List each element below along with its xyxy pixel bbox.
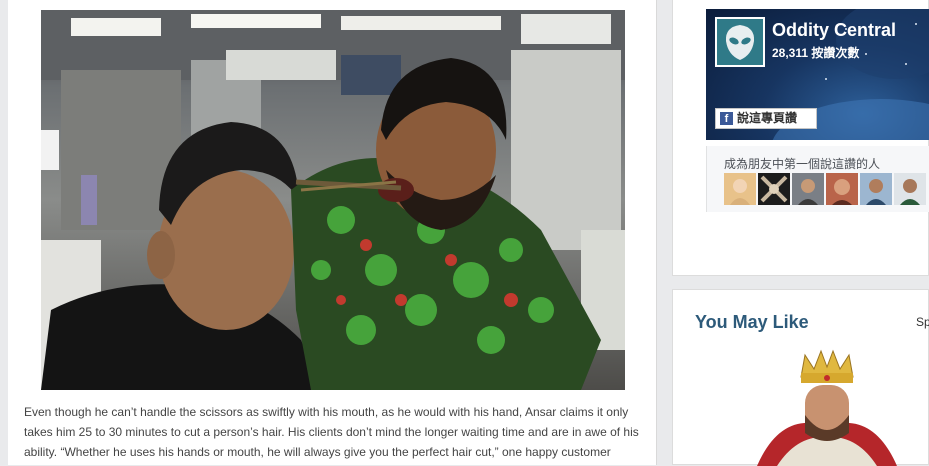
friends-prompt: 成為朋友中第一個說這讚的人 — [724, 157, 881, 171]
article-photo — [41, 10, 625, 390]
friends-section: 成為朋友中第一個說這讚的人 — [706, 146, 929, 212]
friend-avatar[interactable] — [826, 173, 858, 205]
article-column: Even though he can’t handle the scissors… — [8, 0, 657, 465]
friend-avatar[interactable] — [792, 173, 824, 205]
like-count: 28,311 按讚次數 — [772, 46, 860, 60]
facebook-like-box: Oddity Central 28,311 按讚次數 f 說這專頁讚 成為朋友中第… — [672, 0, 929, 276]
friend-avatar[interactable] — [860, 173, 892, 205]
sponsored-label[interactable]: Sp — [916, 315, 929, 329]
friend-avatar[interactable] — [894, 173, 926, 205]
friend-avatar[interactable] — [758, 173, 790, 205]
page-name-link[interactable]: Oddity Central — [772, 20, 896, 41]
facebook-cover: Oddity Central 28,311 按讚次數 f 說這專頁讚 — [706, 9, 929, 140]
you-may-like-heading: You May Like — [695, 312, 809, 332]
recommendations-box: You May Like Sp — [672, 289, 929, 466]
friend-avatar[interactable] — [724, 173, 756, 205]
like-page-button[interactable]: f 說這專頁讚 — [715, 108, 817, 129]
facebook-icon: f — [720, 112, 733, 125]
oddity-central-logo[interactable] — [715, 17, 765, 67]
recommended-ad-image[interactable] — [757, 345, 897, 466]
article-paragraph: Even though he can’t handle the scissors… — [24, 405, 639, 459]
like-page-label: 說這專頁讚 — [737, 111, 798, 125]
